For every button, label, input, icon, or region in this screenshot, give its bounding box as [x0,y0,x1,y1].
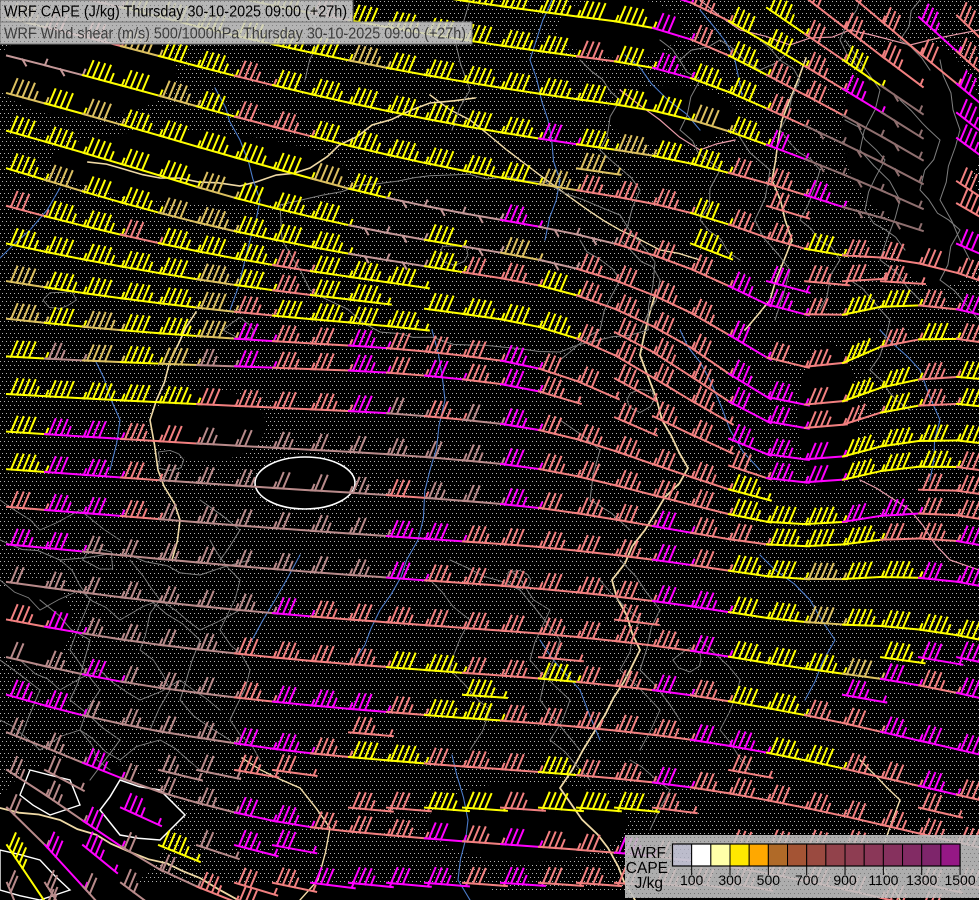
svg-text:J/kg: J/kg [635,875,663,892]
svg-text:700: 700 [795,872,819,888]
svg-text:1300: 1300 [906,872,937,888]
svg-text:WRF Wind shear (m/s) 500/1000h: WRF Wind shear (m/s) 500/1000hPa Thursda… [4,26,466,43]
svg-text:500: 500 [757,872,781,888]
svg-text:WRF CAPE (J/kg) Thursday 30-10: WRF CAPE (J/kg) Thursday 30-10-2025 09:0… [4,4,347,21]
svg-text:900: 900 [833,872,857,888]
svg-text:100: 100 [680,872,704,888]
svg-text:1100: 1100 [868,872,898,888]
svg-text:1500: 1500 [944,872,975,888]
svg-text:300: 300 [718,872,742,888]
